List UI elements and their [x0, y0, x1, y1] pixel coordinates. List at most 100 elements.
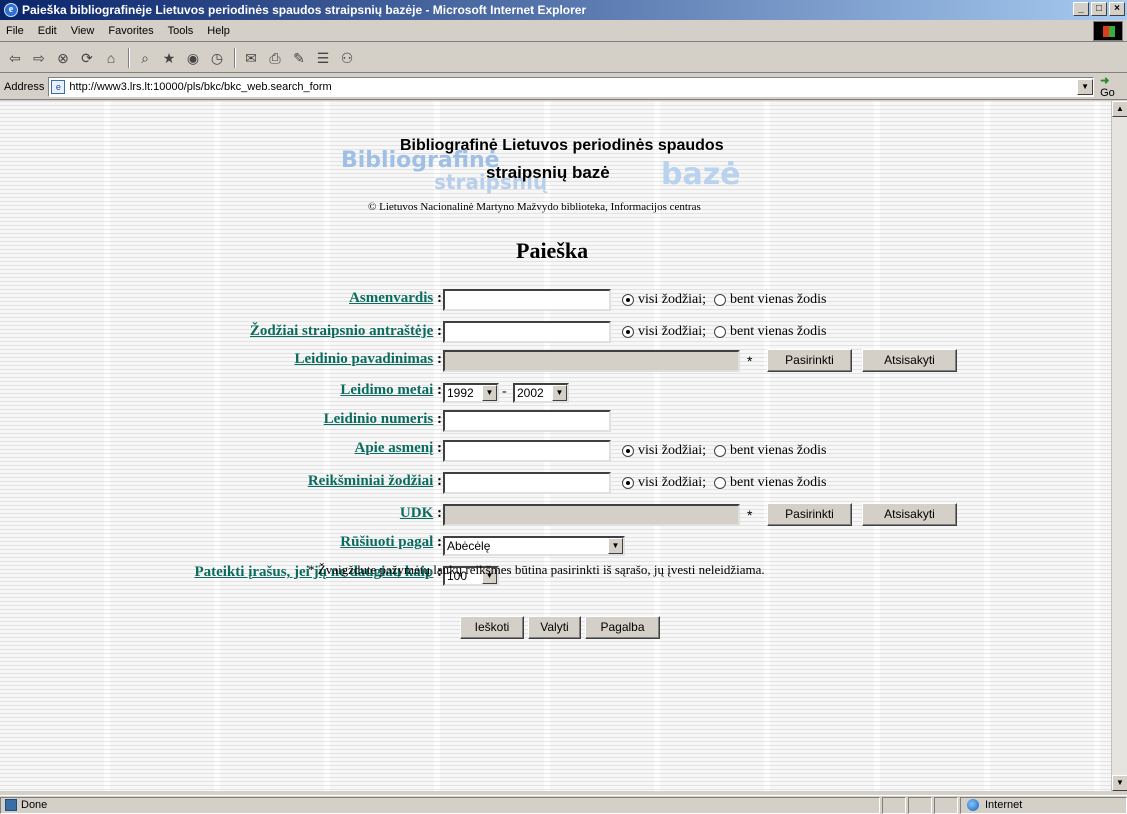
radio-any-label: bent vienas žodis — [730, 443, 827, 458]
link-leidinio-pavadinimas[interactable]: Leidinio pavadinimas — [294, 351, 433, 367]
chevron-down-icon: ▼ — [608, 538, 623, 554]
toolbar-separator — [234, 47, 236, 68]
required-star: * — [747, 507, 753, 523]
label-rusiuoti: Rūšiuoti pagal : — [340, 534, 442, 551]
label-colon: : — [437, 534, 442, 550]
link-udk[interactable]: UDK — [400, 505, 433, 521]
year-from-value: 1992 — [447, 386, 474, 400]
status-zone-text: Internet — [985, 799, 1023, 811]
field-labels: Asmenvardis : Žodžiai straipsnio antrašt… — [150, 101, 442, 791]
radio-all-label: visi žodžiai; — [638, 443, 707, 458]
year-dash: - — [502, 384, 507, 399]
label-colon: : — [437, 440, 442, 456]
pasirinkti-udk-button[interactable]: Pasirinkti — [767, 503, 852, 526]
link-zodziai[interactable]: Žodžiai straipsnio antraštėje — [250, 323, 433, 339]
reiksminiai-radio-all[interactable] — [622, 477, 634, 489]
edit-icon[interactable]: ✎ — [288, 47, 310, 69]
print-icon[interactable]: ⎙ — [264, 47, 286, 69]
atsisakyti-udk-button[interactable]: Atsisakyti — [862, 503, 957, 526]
clear-button[interactable]: Valyti — [528, 616, 581, 639]
scroll-down-icon[interactable]: ▼ — [1112, 775, 1127, 791]
apie-asmeni-radio-any[interactable] — [714, 445, 727, 457]
year-to-select[interactable]: 2002 ▼ — [513, 383, 569, 403]
stop-icon[interactable]: ⊗ — [52, 47, 74, 69]
apie-asmeni-radio-all[interactable] — [622, 445, 634, 457]
asmenvardis-input[interactable] — [443, 289, 611, 311]
label-colon: : — [437, 505, 442, 521]
link-apie-asmeni[interactable]: Apie asmenį — [355, 440, 434, 456]
link-reiksminiai[interactable]: Reikšminiai žodžiai — [308, 473, 433, 489]
media-icon[interactable]: ◉ — [182, 47, 204, 69]
back-icon[interactable]: ⇦ — [4, 47, 26, 69]
link-leidinio-numeris[interactable]: Leidinio numeris — [324, 411, 434, 427]
label-colon: : — [437, 351, 442, 367]
label-apie-asmeni: Apie asmenį : — [355, 440, 443, 457]
label-colon: : — [437, 323, 442, 339]
apie-asmeni-input[interactable] — [443, 440, 611, 462]
menu-file[interactable]: File — [6, 25, 24, 37]
go-label: Go — [1100, 87, 1115, 99]
refresh-icon[interactable]: ⟳ — [76, 47, 98, 69]
zodziai-radio-all[interactable] — [622, 326, 634, 338]
minimize-icon[interactable]: _ — [1073, 2, 1089, 16]
year-from-select[interactable]: 1992 ▼ — [443, 383, 499, 403]
zodziai-radio-group: visi žodžiai; bent vienas žodis — [622, 324, 826, 340]
reiksminiai-radio-any[interactable] — [714, 477, 727, 489]
asmenvardis-radio-all[interactable] — [622, 294, 634, 306]
zodziai-radio-any[interactable] — [714, 326, 727, 338]
asmenvardis-radio-any[interactable] — [714, 294, 727, 306]
maximize-icon[interactable]: □ — [1091, 2, 1107, 16]
radio-all-label: visi žodžiai; — [638, 292, 707, 307]
menu-tools[interactable]: Tools — [168, 25, 194, 37]
page-icon: e — [51, 79, 66, 94]
menu-help[interactable]: Help — [207, 25, 230, 37]
page-title: Paieška — [516, 238, 589, 263]
discuss-icon[interactable]: ☰ — [312, 47, 334, 69]
messenger-icon[interactable]: ⚇ — [336, 47, 358, 69]
history-icon[interactable]: ◷ — [206, 47, 228, 69]
search-icon[interactable]: ⌕ — [134, 47, 156, 69]
chevron-down-icon: ▼ — [482, 385, 497, 401]
radio-any-label: bent vienas žodis — [730, 292, 827, 307]
toolbar-separator — [128, 47, 130, 68]
menu-favorites[interactable]: Favorites — [108, 25, 153, 37]
favorites-icon[interactable]: ★ — [158, 47, 180, 69]
sort-select[interactable]: Abėcėlę ▼ — [443, 536, 625, 556]
status-done-text: Done — [21, 799, 48, 811]
address-dropdown-icon[interactable]: ▼ — [1077, 78, 1094, 95]
label-leidinio-numeris: Leidinio numeris : — [324, 411, 442, 428]
link-leidimo-metai[interactable]: Leidimo metai — [340, 382, 433, 398]
scroll-up-icon[interactable]: ▲ — [1112, 101, 1127, 117]
address-bar: Address e http://www3.lrs.lt:10000/pls/b… — [0, 74, 1127, 100]
reiksminiai-radio-group: visi žodžiai; bent vienas žodis — [622, 475, 826, 491]
radio-all-label: visi žodžiai; — [638, 324, 707, 339]
link-rusiuoti[interactable]: Rūšiuoti pagal — [340, 534, 433, 550]
reiksminiai-input[interactable] — [443, 472, 611, 494]
udk-input — [443, 504, 740, 526]
pasirinkti-leidinys-button[interactable]: Pasirinkti — [767, 349, 852, 372]
required-note: * Žvaigždute pažymėtų laukų reikšmes būt… — [308, 562, 765, 577]
sort-value: Abėcėlę — [447, 539, 491, 553]
ie-logo-icon: e — [4, 3, 18, 17]
home-icon[interactable]: ⌂ — [100, 47, 122, 69]
mail-icon[interactable]: ✉ — [240, 47, 262, 69]
close-icon[interactable]: × — [1109, 2, 1125, 16]
address-input[interactable]: e http://www3.lrs.lt:10000/pls/bkc/bkc_w… — [48, 76, 1095, 97]
forward-icon[interactable]: ⇨ — [28, 47, 50, 69]
radio-any-label: bent vienas žodis — [730, 324, 827, 339]
vertical-scrollbar[interactable]: ▲ ▼ — [1111, 101, 1127, 791]
atsisakyti-leidinys-button[interactable]: Atsisakyti — [862, 349, 957, 372]
page-done-icon — [5, 799, 17, 811]
link-asmenvardis[interactable]: Asmenvardis — [349, 290, 433, 306]
menu-view[interactable]: View — [71, 25, 95, 37]
zodziai-input[interactable] — [443, 321, 611, 343]
search-button[interactable]: Ieškoti — [460, 616, 524, 639]
leidinio-numeris-input[interactable] — [443, 410, 611, 432]
go-button[interactable]: ➜ Go — [1100, 74, 1127, 99]
menu-edit[interactable]: Edit — [38, 25, 57, 37]
help-button[interactable]: Pagalba — [585, 616, 660, 639]
menu-bar: File Edit View Favorites Tools Help — [0, 20, 1127, 42]
logo-watermark-3: bazė — [661, 157, 741, 192]
windows-logo-icon — [1093, 21, 1123, 41]
asmenvardis-radio-group: visi žodžiai; bent vienas žodis — [622, 292, 826, 308]
